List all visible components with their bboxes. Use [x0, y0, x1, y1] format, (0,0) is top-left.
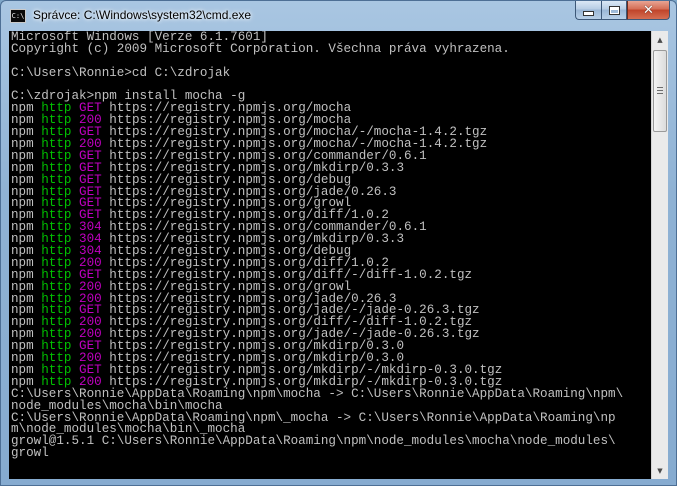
- console-text: growl@1.5.1 C:\Users\Ronnie\AppData\Roam…: [11, 434, 616, 449]
- console-text: growl: [11, 446, 49, 461]
- caption-buttons: ✕: [575, 1, 670, 20]
- minimize-icon: [583, 10, 594, 16]
- close-icon: ✕: [643, 2, 654, 18]
- maximize-button[interactable]: [601, 1, 627, 20]
- console-text: C:\Users\Ronnie>cd C:\zdrojak: [11, 65, 231, 80]
- scroll-thumb[interactable]: [653, 50, 667, 132]
- window-title: Správce: C:\Windows\system32\cmd.exe: [33, 8, 252, 22]
- close-button[interactable]: ✕: [627, 1, 670, 20]
- console-text: Copyright (c) 2009 Microsoft Corporation…: [11, 41, 510, 56]
- console-line: growl@1.5.1 C:\Users\Ronnie\AppData\Roam…: [11, 434, 623, 449]
- cmd-window: C:\ Správce: C:\Windows\system32\cmd.exe…: [0, 0, 677, 486]
- console-output[interactable]: Microsoft Windows [Verze 6.1.7601] Copyri…: [9, 31, 651, 479]
- console-lines: Microsoft Windows [Verze 6.1.7601] Copyri…: [11, 31, 623, 461]
- cmd-icon-glyph: C:\: [11, 12, 25, 20]
- minimize-button[interactable]: [575, 1, 601, 20]
- cmd-icon[interactable]: C:\: [10, 9, 26, 23]
- title-bar[interactable]: C:\ Správce: C:\Windows\system32\cmd.exe…: [1, 1, 676, 31]
- scroll-up-arrow-icon[interactable]: ▲: [652, 31, 668, 48]
- console-line: growl: [11, 446, 623, 461]
- console-line: C:\Users\Ronnie>cd C:\zdrojak: [11, 65, 623, 80]
- maximize-icon: [608, 5, 620, 15]
- console-line: Copyright (c) 2009 Microsoft Corporation…: [11, 41, 623, 56]
- scroll-thumb-grip: [657, 87, 663, 94]
- scroll-down-arrow-icon[interactable]: ▼: [652, 462, 668, 479]
- vertical-scrollbar[interactable]: ▲ ▼: [651, 31, 668, 479]
